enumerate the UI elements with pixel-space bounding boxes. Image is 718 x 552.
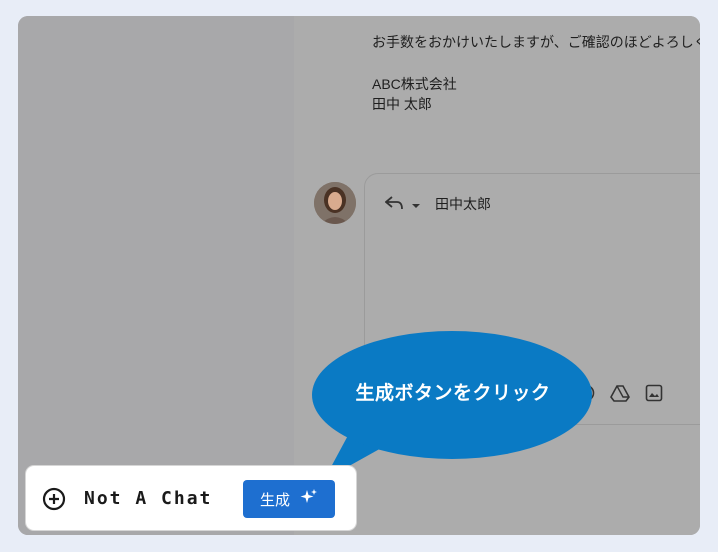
email-body-line: お手数をおかけいたしますが、ご確認のほどよろしく <box>372 34 700 50</box>
drive-icon[interactable] <box>609 382 631 404</box>
add-circle-icon[interactable] <box>42 487 66 511</box>
sparkle-icon <box>300 488 318 510</box>
generate-button[interactable]: 生成 <box>243 480 335 518</box>
reply-header: 田中太郎 <box>384 194 491 214</box>
reply-recipient: 田中太郎 <box>435 196 491 212</box>
callout-text: 生成ボタンをクリック <box>355 383 551 404</box>
image-icon[interactable] <box>643 382 665 404</box>
not-a-chat-widget: Not A Chat 生成 <box>26 466 356 530</box>
reply-icon[interactable] <box>384 195 403 213</box>
avatar[interactable] <box>314 182 356 224</box>
left-pane-overlay <box>18 16 294 535</box>
dropdown-arrow-icon[interactable] <box>411 196 421 212</box>
generate-button-label: 生成 <box>259 491 290 509</box>
callout-bubble: 生成ボタンをクリック <box>312 330 594 490</box>
widget-title: Not A Chat <box>84 488 213 509</box>
email-signature-company: ABC株式会社 <box>372 76 457 92</box>
email-signature-name: 田中 太郎 <box>372 96 432 112</box>
